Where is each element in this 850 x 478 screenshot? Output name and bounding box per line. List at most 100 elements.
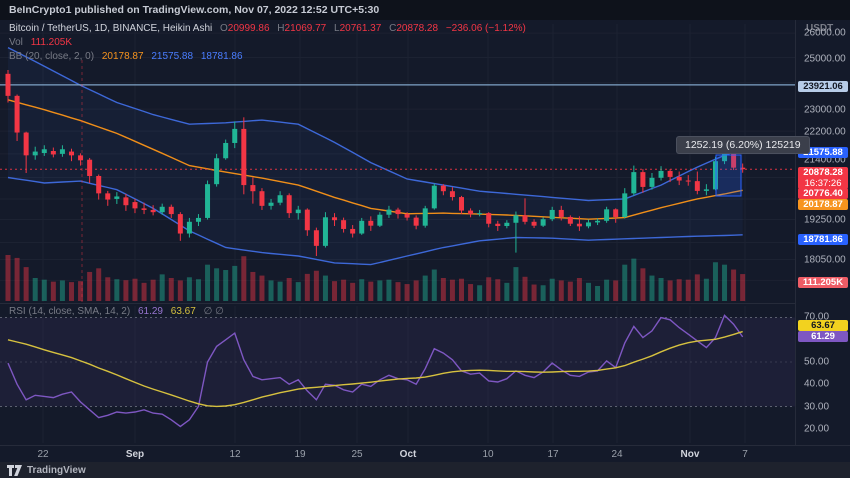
candle-body	[532, 222, 537, 226]
footer-bar: TradingView	[0, 462, 850, 478]
candle-body	[541, 219, 546, 225]
axis-price-badge: 20776.40	[798, 188, 848, 199]
volume-bar	[668, 280, 673, 301]
candle-body	[33, 152, 38, 156]
volume-bar	[123, 280, 128, 301]
footer-brand[interactable]: TradingView	[27, 465, 86, 476]
candle-body	[241, 129, 246, 185]
candle-body	[504, 223, 509, 226]
bb-legend-row: BB (20, close, 2, 0) 20178.87 21575.88 1…	[9, 50, 526, 64]
volume-bar	[169, 278, 174, 301]
candle-body	[196, 218, 201, 222]
publisher-banner-text: BeInCrypto1 published on TradingView.com…	[9, 4, 379, 16]
volume-bar	[60, 280, 65, 301]
bb-lower-value: 18781.86	[201, 51, 243, 62]
candle-body	[622, 193, 627, 217]
candle-body	[550, 210, 555, 219]
candle-body	[414, 218, 419, 226]
candle-body	[631, 172, 636, 193]
volume-bar	[305, 274, 310, 301]
price-axis[interactable]: USDT 26000.0025000.0023000.0022200.00214…	[795, 20, 850, 462]
rsi-label[interactable]: RSI (14, close, SMA, 14, 2)	[9, 306, 130, 317]
candle-body	[405, 214, 410, 218]
volume-bar	[405, 284, 410, 301]
volume-bar	[341, 280, 346, 301]
bb-label[interactable]: BB (20, close, 2, 0)	[9, 51, 94, 62]
volume-bar	[132, 279, 137, 301]
candle-body	[160, 207, 165, 212]
axis-tick-label: 40.00	[804, 379, 829, 390]
candle-body	[649, 178, 654, 187]
volume-bar	[486, 277, 491, 301]
axis-price-badge: 20178.87	[798, 199, 848, 210]
candle-body	[695, 181, 700, 191]
candle-body	[78, 155, 83, 160]
volume-bar	[24, 267, 29, 301]
volume-bar	[568, 282, 573, 301]
volume-bar	[613, 280, 618, 301]
volume-bar	[722, 265, 727, 301]
time-axis-label: 24	[611, 449, 622, 460]
low-value: 20761.37	[340, 23, 382, 34]
candle-body	[314, 230, 319, 246]
candle-body	[495, 224, 500, 226]
volume-bar	[42, 280, 47, 301]
volume-bar	[151, 280, 156, 301]
volume-bar	[205, 265, 210, 301]
volume-bar	[386, 280, 391, 301]
candle-body	[595, 221, 600, 223]
volume-bar	[559, 280, 564, 301]
axis-price-badge: 18781.86	[798, 234, 848, 245]
volume-bar	[278, 282, 283, 301]
volume-bar	[214, 268, 219, 301]
candle-body	[423, 208, 428, 225]
candle-body	[659, 171, 664, 178]
axis-tick-label: 19250.00	[804, 215, 846, 226]
candle-body	[577, 224, 582, 227]
axis-tick-label: 22200.00	[804, 127, 846, 138]
candle-body	[151, 210, 156, 212]
volume-bar	[396, 282, 401, 301]
volume-bar	[532, 285, 537, 301]
measure-tooltip-text: 1252.19 (6.20%) 125219	[685, 139, 801, 151]
candle-body	[87, 160, 92, 176]
candle-body	[105, 193, 110, 199]
tradingview-logo-icon[interactable]	[7, 465, 22, 476]
candle-body	[6, 74, 11, 96]
volume-bar	[87, 272, 92, 301]
candle-body	[704, 189, 709, 191]
volume-bar	[704, 279, 709, 301]
candle-body	[223, 143, 228, 158]
volume-bar	[350, 283, 355, 301]
candle-body	[142, 208, 147, 210]
volume-bar	[33, 278, 38, 301]
open-label: O	[220, 23, 228, 34]
volume-bar	[595, 286, 600, 301]
candle-body	[686, 181, 691, 182]
volume-bar	[441, 278, 446, 301]
time-axis-label: 22	[37, 449, 48, 460]
candle-body	[513, 215, 518, 222]
candle-body	[586, 222, 591, 226]
volume-bar	[96, 268, 101, 301]
volume-bar	[513, 267, 518, 301]
time-axis[interactable]: 22Sep121925Oct101724Nov7	[0, 445, 850, 463]
chart-canvas[interactable]	[0, 0, 850, 478]
volume-bar	[622, 265, 627, 301]
candle-body	[305, 210, 310, 231]
volume-bar	[541, 285, 546, 301]
candle-body	[24, 133, 29, 156]
symbol-legend-row: Bitcoin / TetherUS, 1D, BINANCE, Heikin …	[9, 22, 526, 36]
symbol-title[interactable]: Bitcoin / TetherUS, 1D, BINANCE, Heikin …	[9, 23, 212, 34]
volume-bar	[740, 274, 745, 301]
candle-body	[441, 186, 446, 192]
time-axis-label: 17	[547, 449, 558, 460]
time-axis-label: Oct	[400, 449, 417, 460]
candle-body	[522, 215, 527, 221]
measure-tooltip: 1252.19 (6.20%) 125219	[676, 136, 810, 154]
candle-body	[278, 195, 283, 202]
candle-body	[613, 209, 618, 217]
volume-bar	[287, 278, 292, 301]
volume-bar	[259, 276, 264, 301]
volume-bar	[522, 277, 527, 301]
